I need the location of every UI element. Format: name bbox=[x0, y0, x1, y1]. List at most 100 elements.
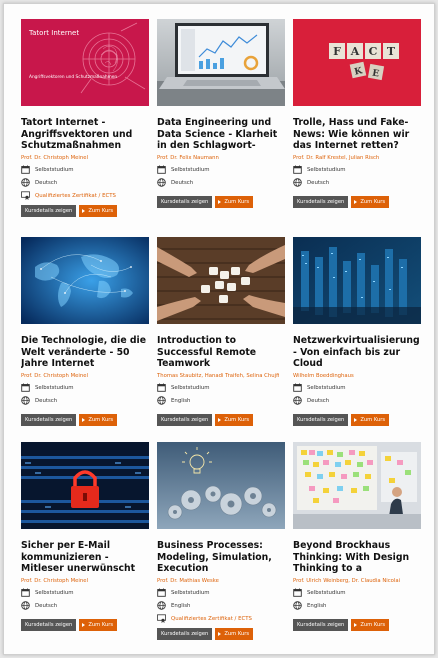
course-thumbnail[interactable] bbox=[21, 237, 149, 324]
course-authors: Prof. Dr. Christoph Meinel bbox=[21, 578, 88, 584]
course-authors: Prof. Dr. Ralf Krestel, Julian Risch bbox=[293, 155, 380, 161]
play-icon bbox=[82, 623, 86, 627]
go-to-course-label: Zum Kurs bbox=[224, 417, 250, 423]
calendar-icon bbox=[157, 588, 166, 597]
play-icon bbox=[218, 418, 222, 422]
go-to-course-button[interactable]: Zum Kurs bbox=[79, 619, 118, 631]
cube-letter: T bbox=[387, 45, 396, 58]
course-card: Sicher per E-Mail kommunizieren - Mitles… bbox=[21, 442, 149, 647]
course-actions: Kursdetails zeigen Zum Kurs bbox=[157, 628, 285, 640]
course-language: English bbox=[157, 600, 285, 611]
course-title[interactable]: Sicher per E-Mail kommunizieren - Mitles… bbox=[21, 540, 149, 575]
go-to-course-button[interactable]: Zum Kurs bbox=[79, 205, 118, 217]
course-language: English bbox=[157, 395, 285, 406]
certificate-label: Qualifiziertes Zertifikat / ECTS bbox=[35, 192, 116, 199]
thumbnail-title: Tatort Internet bbox=[28, 29, 79, 37]
course-actions: Kursdetails zeigen Zum Kurs bbox=[293, 414, 421, 426]
course-language: Deutsch bbox=[21, 600, 149, 611]
course-actions: Kursdetails zeigen Zum Kurs bbox=[157, 196, 285, 208]
calendar-icon bbox=[293, 588, 302, 597]
course-title[interactable]: Trolle, Hass und Fake-News: Wie können w… bbox=[293, 117, 421, 152]
course-details-button[interactable]: Kursdetails zeigen bbox=[21, 205, 77, 217]
course-details-button[interactable]: Kursdetails zeigen bbox=[157, 196, 213, 208]
course-language: Deutsch bbox=[293, 177, 421, 188]
go-to-course-label: Zum Kurs bbox=[360, 417, 386, 423]
course-format: Selbststudium bbox=[293, 587, 421, 598]
course-details-button[interactable]: Kursdetails zeigen bbox=[293, 619, 349, 631]
calendar-icon bbox=[21, 588, 30, 597]
course-thumbnail[interactable] bbox=[21, 442, 149, 529]
course-details-button[interactable]: Kursdetails zeigen bbox=[157, 414, 213, 426]
format-label: Selbststudium bbox=[307, 589, 346, 596]
go-to-course-button[interactable]: Zum Kurs bbox=[79, 414, 118, 426]
go-to-course-button[interactable]: Zum Kurs bbox=[351, 414, 390, 426]
globe-icon bbox=[293, 601, 302, 610]
globe-icon bbox=[157, 601, 166, 610]
format-label: Selbststudium bbox=[171, 589, 210, 596]
format-label: Selbststudium bbox=[35, 589, 74, 596]
cube-letter: F bbox=[333, 45, 341, 58]
go-to-course-label: Zum Kurs bbox=[360, 622, 386, 628]
course-details-button[interactable]: Kursdetails zeigen bbox=[157, 628, 213, 640]
course-certificate: Qualifiziertes Zertifikat / ECTS bbox=[157, 613, 285, 624]
language-label: English bbox=[307, 602, 327, 609]
language-label: Deutsch bbox=[307, 397, 330, 404]
play-icon bbox=[82, 418, 86, 422]
course-title[interactable]: Introduction to Successful Remote Teamwo… bbox=[157, 335, 285, 370]
language-label: Deutsch bbox=[35, 602, 58, 609]
course-title[interactable]: Die Technologie, die die Welt veränderte… bbox=[21, 335, 149, 370]
play-icon bbox=[82, 209, 86, 213]
course-actions: Kursdetails zeigen Zum Kurs bbox=[21, 619, 149, 631]
go-to-course-label: Zum Kurs bbox=[88, 417, 114, 423]
format-label: Selbststudium bbox=[307, 384, 346, 391]
course-thumbnail[interactable] bbox=[157, 19, 285, 106]
course-authors: Prof. Ulrich Weinberg, Dr. Claudia Nicol… bbox=[293, 578, 401, 584]
format-label: Selbststudium bbox=[35, 384, 74, 391]
course-thumbnail[interactable]: F A C T K E bbox=[293, 19, 421, 106]
course-card: Data Engineering und Data Science - Klar… bbox=[157, 19, 285, 237]
globe-icon bbox=[21, 601, 30, 610]
go-to-course-button[interactable]: Zum Kurs bbox=[351, 619, 390, 631]
play-icon bbox=[354, 418, 358, 422]
course-format: Selbststudium bbox=[293, 164, 421, 175]
course-thumbnail[interactable] bbox=[293, 237, 421, 324]
course-list-panel: Tatort Internet Angriffsvektoren und Sch… bbox=[3, 3, 435, 655]
course-title[interactable]: Business Processes: Modeling, Simulation… bbox=[157, 540, 285, 575]
course-language: Deutsch bbox=[21, 395, 149, 406]
course-details-button[interactable]: Kursdetails zeigen bbox=[293, 414, 349, 426]
course-thumbnail[interactable] bbox=[157, 442, 285, 529]
globe-icon bbox=[21, 178, 30, 187]
course-language: English bbox=[293, 600, 421, 611]
course-format: Selbststudium bbox=[21, 164, 149, 175]
course-authors: Thomas Staubitz, Hanadi Traifeh, Selina … bbox=[157, 373, 280, 379]
course-details-button[interactable]: Kursdetails zeigen bbox=[293, 196, 349, 208]
course-actions: Kursdetails zeigen Zum Kurs bbox=[293, 619, 421, 631]
globe-icon bbox=[293, 178, 302, 187]
course-thumbnail[interactable]: Tatort Internet Angriffsvektoren und Sch… bbox=[21, 19, 149, 106]
go-to-course-button[interactable]: Zum Kurs bbox=[351, 196, 390, 208]
go-to-course-button[interactable]: Zum Kurs bbox=[215, 414, 254, 426]
language-label: Deutsch bbox=[307, 179, 330, 186]
go-to-course-button[interactable]: Zum Kurs bbox=[215, 628, 254, 640]
course-title[interactable]: Data Engineering und Data Science - Klar… bbox=[157, 117, 285, 152]
course-authors: Prof. Dr. Christoph Meinel bbox=[21, 155, 88, 161]
course-thumbnail[interactable] bbox=[293, 442, 421, 529]
course-title[interactable]: Tatort Internet - Angriffsvektoren und S… bbox=[21, 117, 149, 152]
course-thumbnail[interactable] bbox=[157, 237, 285, 324]
course-language: Deutsch bbox=[293, 395, 421, 406]
play-icon bbox=[218, 632, 222, 636]
course-card: Netzwerkvirtualisierung - Von einfach bi… bbox=[293, 237, 421, 442]
course-title[interactable]: Beyond Brockhaus Thinking: With Design T… bbox=[293, 540, 421, 575]
course-details-button[interactable]: Kursdetails zeigen bbox=[21, 619, 77, 631]
course-format: Selbststudium bbox=[293, 382, 421, 393]
go-to-course-label: Zum Kurs bbox=[224, 631, 250, 637]
calendar-icon bbox=[21, 383, 30, 392]
format-label: Selbststudium bbox=[171, 166, 210, 173]
course-details-button[interactable]: Kursdetails zeigen bbox=[21, 414, 77, 426]
course-card: Business Processes: Modeling, Simulation… bbox=[157, 442, 285, 647]
certificate-icon bbox=[157, 614, 166, 623]
go-to-course-button[interactable]: Zum Kurs bbox=[215, 196, 254, 208]
course-card: Die Technologie, die die Welt veränderte… bbox=[21, 237, 149, 442]
course-title[interactable]: Netzwerkvirtualisierung - Von einfach bi… bbox=[293, 335, 421, 370]
course-authors: Prof. Dr. Mathias Weske bbox=[157, 578, 219, 584]
